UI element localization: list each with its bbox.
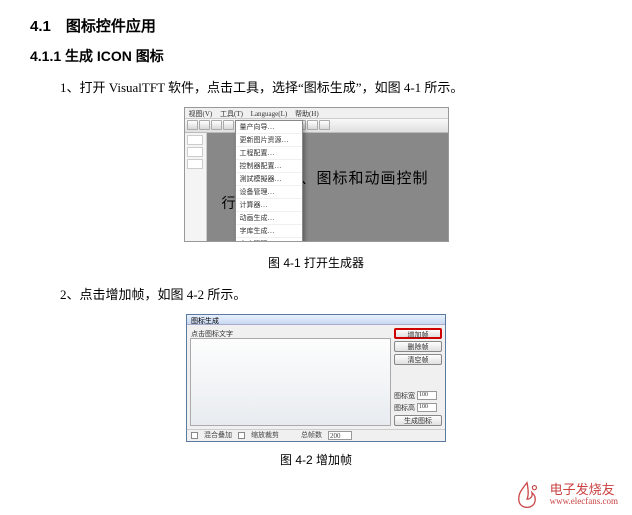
icon-height-label: 图标高: [394, 403, 415, 413]
dropdown-item[interactable]: 測試模擬器…: [236, 173, 302, 186]
icon-height-input[interactable]: 100: [417, 403, 437, 412]
figure-2: 图标生成 点击图标文字 增加帧 删除帧 清空帧 图标宽 100 图标高 100: [30, 314, 602, 443]
toolbar-button[interactable]: [319, 120, 330, 130]
panel-item[interactable]: [187, 135, 203, 145]
side-panel: [185, 133, 207, 242]
preview-area: [190, 338, 391, 426]
watermark: 电子发烧友 www.elecfans.com: [510, 481, 618, 509]
app-menubar: 视图(V) 工具(T) Language(L) 帮助(H): [185, 108, 448, 119]
dialog-sidebar: 增加帧 删除帧 清空帧 图标宽 100 图标高 100 生成图标: [394, 328, 442, 426]
toolbar-button[interactable]: [223, 120, 234, 130]
scale-checkbox[interactable]: [238, 432, 245, 439]
menu-view[interactable]: 视图(V): [189, 110, 213, 118]
total-frames-label: 总帧数: [301, 430, 322, 440]
screenshot-software: 视图(V) 工具(T) Language(L) 帮助(H): [184, 107, 449, 242]
toolbar-button[interactable]: [211, 120, 222, 130]
preview-label: 点击图标文字: [190, 328, 391, 338]
flame-icon: [510, 481, 544, 509]
step-1-text: 1、打开 VisualTFT 软件，点击工具，选择“图标生成”，如图 4-1 所…: [60, 78, 602, 99]
watermark-url: www.elecfans.com: [550, 497, 618, 507]
screenshot-dialog: 图标生成 点击图标文字 增加帧 删除帧 清空帧 图标宽 100 图标高 100: [186, 314, 446, 442]
dropdown-item[interactable]: 字库生成…: [236, 225, 302, 238]
menu-language[interactable]: Language(L): [251, 110, 288, 118]
step-2-text: 2、点击增加帧，如图 4-2 所示。: [60, 285, 602, 306]
clear-frame-button[interactable]: 清空帧: [394, 354, 442, 365]
scale-label: 缩放裁剪: [251, 430, 279, 440]
figure-1: 视图(V) 工具(T) Language(L) 帮助(H): [30, 107, 602, 246]
blend-label: 混合叠加: [204, 430, 232, 440]
dropdown-item[interactable]: 工程配置…: [236, 147, 302, 160]
watermark-brand: 电子发烧友: [550, 483, 618, 497]
heading-subsection: 4.1.1 生成 ICON 图标: [30, 46, 602, 66]
dropdown-item[interactable]: 控制器配置…: [236, 160, 302, 173]
figure-1-caption: 图 4-1 打开生成器: [30, 254, 602, 271]
generate-icon-button[interactable]: 生成图标: [394, 415, 442, 426]
heading-section: 4.1 图标控件应用: [30, 15, 602, 36]
dropdown-item[interactable]: 量产向导…: [236, 121, 302, 134]
dropdown-item[interactable]: 动画生成…: [236, 212, 302, 225]
dropdown-item[interactable]: 计算器…: [236, 199, 302, 212]
icon-width-label: 图标宽: [394, 391, 415, 401]
dialog-titlebar: 图标生成: [187, 315, 445, 325]
toolbar-button[interactable]: [307, 120, 318, 130]
dropdown-item[interactable]: 设备管理…: [236, 186, 302, 199]
menu-tools[interactable]: 工具(T): [220, 110, 243, 118]
app-toolbar: [185, 119, 448, 133]
delete-frame-button[interactable]: 删除帧: [394, 341, 442, 352]
icon-width-input[interactable]: 100: [417, 391, 437, 400]
panel-item[interactable]: [187, 147, 203, 157]
tools-dropdown: 量产向导… 更新图片资源… 工程配置… 控制器配置… 測試模擬器… 设备管理… …: [235, 120, 303, 242]
dialog-bottom-bar: 混合叠加 缩放裁剪 总帧数 200: [187, 429, 445, 441]
total-frames-input[interactable]: 200: [328, 431, 352, 440]
toolbar-button[interactable]: [187, 120, 198, 130]
dropdown-item[interactable]: 更新图片资源…: [236, 134, 302, 147]
blend-checkbox[interactable]: [191, 432, 198, 439]
panel-item[interactable]: [187, 159, 203, 169]
toolbar-button[interactable]: [199, 120, 210, 130]
add-frame-button[interactable]: 增加帧: [394, 328, 442, 339]
figure-2-caption: 图 4-2 增加帧: [30, 451, 602, 468]
menu-help[interactable]: 帮助(H): [295, 110, 319, 118]
